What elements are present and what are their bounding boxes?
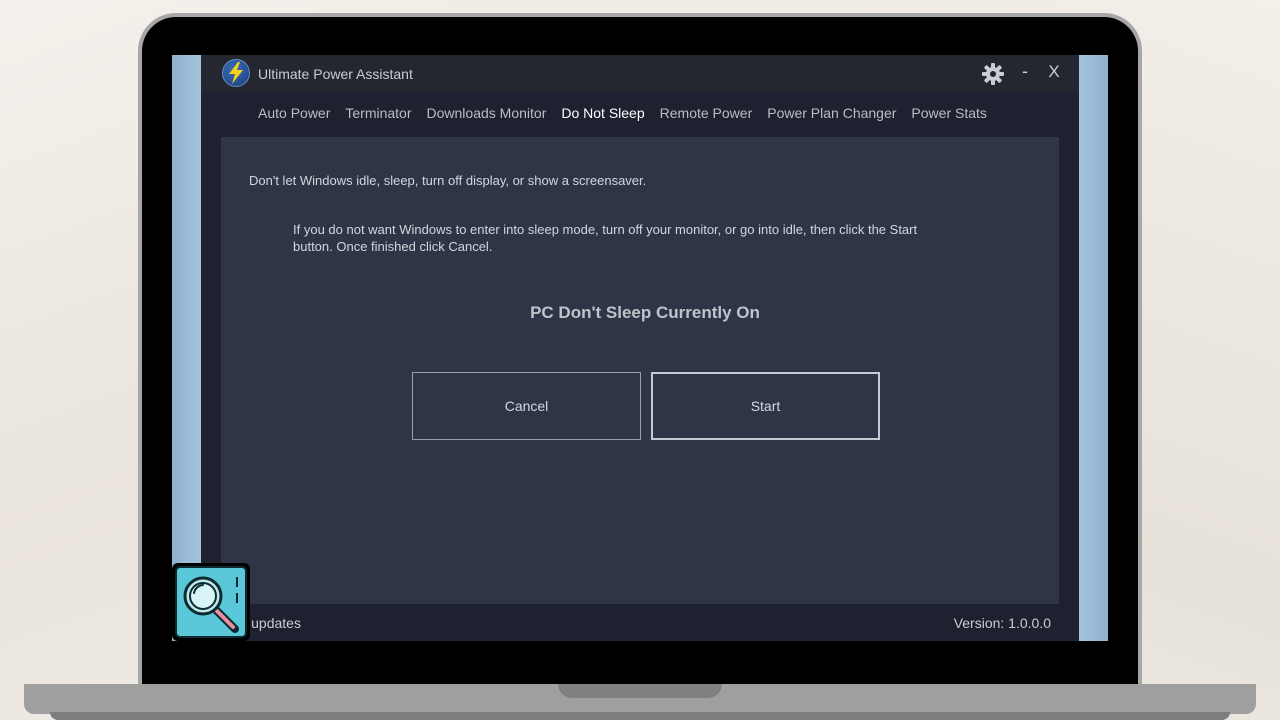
status-bar: k for updates Version: 1.0.0.0: [201, 604, 1079, 641]
app-title: Ultimate Power Assistant: [258, 66, 413, 82]
gear-icon[interactable]: [982, 63, 1004, 85]
status-text: PC Don't Sleep Currently On: [530, 303, 760, 322]
desktop-wallpaper-right: [1078, 55, 1108, 641]
tab-downloads-monitor[interactable]: Downloads Monitor: [427, 105, 547, 125]
version-label: Version: 1.0.0.0: [953, 615, 1051, 631]
magnifier-icon: [183, 576, 239, 633]
app-window: Ultimate Power Assistant - X Auto Power …: [201, 55, 1079, 641]
laptop-screen: Ultimate Power Assistant - X Auto Power …: [172, 55, 1108, 641]
tab-power-stats[interactable]: Power Stats: [911, 105, 986, 125]
do-not-sleep-panel: Don't let Windows idle, sleep, turn off …: [221, 137, 1059, 604]
start-button[interactable]: Start: [651, 372, 880, 440]
tab-remote-power[interactable]: Remote Power: [660, 105, 753, 125]
lightning-bolt-icon: [222, 59, 250, 87]
tab-power-plan-changer[interactable]: Power Plan Changer: [767, 105, 896, 125]
laptop-base-shadow: [50, 712, 1230, 720]
desktop-wallpaper-left: [172, 55, 202, 641]
tab-auto-power[interactable]: Auto Power: [258, 105, 330, 125]
panel-description: If you do not want Windows to enter into…: [293, 222, 918, 254]
cancel-button[interactable]: Cancel: [412, 372, 641, 440]
laptop-notch: [558, 684, 722, 698]
close-button[interactable]: X: [1045, 62, 1063, 84]
panel-intro: Don't let Windows idle, sleep, turn off …: [249, 173, 647, 188]
tab-bar: Auto Power Terminator Downloads Monitor …: [258, 105, 1002, 125]
minimize-button[interactable]: -: [1017, 61, 1033, 83]
search-badge: [172, 563, 250, 641]
tab-do-not-sleep[interactable]: Do Not Sleep: [561, 105, 644, 125]
tab-terminator[interactable]: Terminator: [345, 105, 411, 125]
title-bar[interactable]: Ultimate Power Assistant - X: [201, 55, 1079, 92]
